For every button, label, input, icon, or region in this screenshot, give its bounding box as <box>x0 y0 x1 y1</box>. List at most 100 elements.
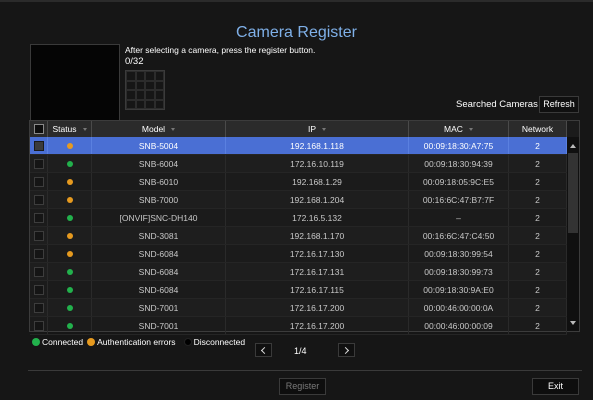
mac-cell: 00:16:6C:47:C4:50 <box>409 227 509 244</box>
network-cell: 2 <box>509 263 567 280</box>
dialog-title: Camera Register <box>236 24 357 41</box>
row-checkbox-cell[interactable] <box>30 245 48 262</box>
legend-connected: Connected <box>32 337 83 347</box>
table-row[interactable]: SND-7001 172.16.17.200 00:00:46:00:00:0A 2 <box>30 299 567 317</box>
scroll-down-icon[interactable] <box>570 321 576 325</box>
ip-cell: 172.16.17.115 <box>226 281 409 298</box>
table-row[interactable]: [ONVIF]SNC-DH140 172.16.5.132–2 <box>30 209 567 227</box>
row-checkbox[interactable] <box>33 302 44 313</box>
prev-page-button[interactable] <box>255 343 272 357</box>
table-row[interactable]: SND-6084 172.16.17.115 00:09:18:30:9A:E0 2 <box>30 281 567 299</box>
table-row[interactable]: SND-3081 192.168.1.170 00:16:6C:47:C4:50 2 <box>30 227 567 245</box>
status-dot-icon <box>66 142 73 149</box>
camera-table: Status Model IP MAC Network SNB-5004 192.… <box>29 120 580 335</box>
refresh-button[interactable]: Refresh <box>539 96 579 113</box>
table-row[interactable]: SNB-6010 192.168.1.29 00:09:18:05:9C:E5 2 <box>30 173 567 191</box>
mac-cell: 00:09:18:30:99:73 <box>409 263 509 280</box>
status-dot-icon <box>66 250 73 257</box>
status-cell <box>48 299 92 316</box>
ip-cell: 192.168.1.118 <box>226 137 409 154</box>
row-checkbox[interactable] <box>33 248 44 259</box>
row-checkbox[interactable] <box>33 266 44 277</box>
network-cell: 2 <box>509 245 567 262</box>
mac-cell: 00:09:18:30:9A:E0 <box>409 281 509 298</box>
ip-cell: 172.16.17.131 <box>226 263 409 280</box>
column-network[interactable]: Network <box>509 121 567 137</box>
row-checkbox[interactable] <box>33 320 44 331</box>
select-all-checkbox[interactable] <box>33 124 44 134</box>
row-checkbox-cell[interactable] <box>30 281 48 298</box>
table-header: Status Model IP MAC Network <box>30 121 567 137</box>
mac-cell: – <box>409 209 509 226</box>
row-checkbox[interactable] <box>33 176 44 187</box>
row-checkbox-cell[interactable] <box>30 209 48 226</box>
exit-button[interactable]: Exit <box>532 378 579 395</box>
status-cell <box>48 137 92 154</box>
ip-cell: 172.16.17.200 <box>226 317 409 334</box>
model-cell: SND-6084 <box>92 245 226 262</box>
table-scrollbar[interactable] <box>567 137 579 331</box>
table-row[interactable]: SND-6084 172.16.17.131 00:09:18:30:99:73 2 <box>30 263 567 281</box>
row-checkbox-cell[interactable] <box>30 137 48 154</box>
model-cell: SNB-6010 <box>92 173 226 190</box>
ip-cell: 192.168.1.170 <box>226 227 409 244</box>
status-cell <box>48 281 92 298</box>
row-checkbox[interactable] <box>33 284 44 295</box>
row-checkbox[interactable] <box>33 194 44 205</box>
row-checkbox-cell[interactable] <box>30 191 48 208</box>
connected-dot-icon <box>32 338 40 346</box>
table-row[interactable]: SND-6084 172.16.17.130 00:09:18:30:99:54 2 <box>30 245 567 263</box>
column-status[interactable]: Status <box>48 121 92 137</box>
status-dot-icon <box>66 322 73 329</box>
status-dot-icon <box>66 268 73 275</box>
ip-cell: 172.16.17.130 <box>226 245 409 262</box>
row-checkbox[interactable] <box>33 212 44 223</box>
row-checkbox-cell[interactable] <box>30 155 48 172</box>
row-checkbox-cell[interactable] <box>30 263 48 280</box>
table-row[interactable]: SND-7001 172.16.17.200 00:00:46:00:00:09 2 <box>30 317 567 335</box>
status-cell <box>48 245 92 262</box>
instruction-text: After selecting a camera, press the regi… <box>125 45 316 55</box>
status-dot-icon <box>66 178 73 185</box>
network-cell: 2 <box>509 299 567 316</box>
auth-error-dot-icon <box>87 338 96 346</box>
model-cell: SND-6084 <box>92 281 226 298</box>
legend-disconnected: Disconnected <box>183 337 245 347</box>
row-checkbox-cell[interactable] <box>30 227 48 244</box>
select-all-cell[interactable] <box>30 121 48 137</box>
column-ip[interactable]: IP <box>226 121 409 137</box>
model-cell: SND-6084 <box>92 263 226 280</box>
row-checkbox[interactable] <box>33 230 44 241</box>
status-dot-icon <box>66 286 73 293</box>
network-cell: 2 <box>509 209 567 226</box>
row-checkbox[interactable] <box>33 140 44 151</box>
row-checkbox-cell[interactable] <box>30 317 48 334</box>
row-checkbox[interactable] <box>33 158 44 169</box>
scrollbar-thumb[interactable] <box>568 153 578 233</box>
column-mac[interactable]: MAC <box>409 121 509 137</box>
column-model-label: Model <box>141 124 166 134</box>
sort-icon <box>468 127 473 131</box>
registered-count: 0/32 <box>125 56 144 67</box>
table-body: SNB-5004 192.168.1.118 00:09:18:30:A7:75 2 S… <box>30 137 567 335</box>
model-cell: [ONVIF]SNC-DH140 <box>92 209 226 226</box>
status-dot-icon <box>66 196 73 203</box>
searched-cameras-label: Searched Cameras <box>456 99 538 110</box>
scroll-up-icon[interactable] <box>570 144 576 148</box>
column-model[interactable]: Model <box>92 121 226 137</box>
network-cell: 2 <box>509 317 567 334</box>
table-row[interactable]: SNB-6004 172.16.10.119 00:09:18:30:94:39 2 <box>30 155 567 173</box>
model-cell: SNB-5004 <box>92 137 226 154</box>
row-checkbox-cell[interactable] <box>30 299 48 316</box>
model-cell: SNB-6004 <box>92 155 226 172</box>
mac-cell: 00:16:6C:47:B7:7F <box>409 191 509 208</box>
row-checkbox-cell[interactable] <box>30 173 48 190</box>
table-row[interactable]: SNB-7000 192.168.1.204 00:16:6C:47:B7:7F 2 <box>30 191 567 209</box>
register-button[interactable]: Register <box>279 378 326 395</box>
legend-auth-error-label: Authentication errors <box>97 337 176 347</box>
table-row[interactable]: SNB-5004 192.168.1.118 00:09:18:30:A7:75 2 <box>30 137 567 155</box>
channel-grid <box>125 70 165 110</box>
disconnected-dot-icon <box>183 338 192 346</box>
next-page-button[interactable] <box>338 343 355 357</box>
status-cell <box>48 209 92 226</box>
